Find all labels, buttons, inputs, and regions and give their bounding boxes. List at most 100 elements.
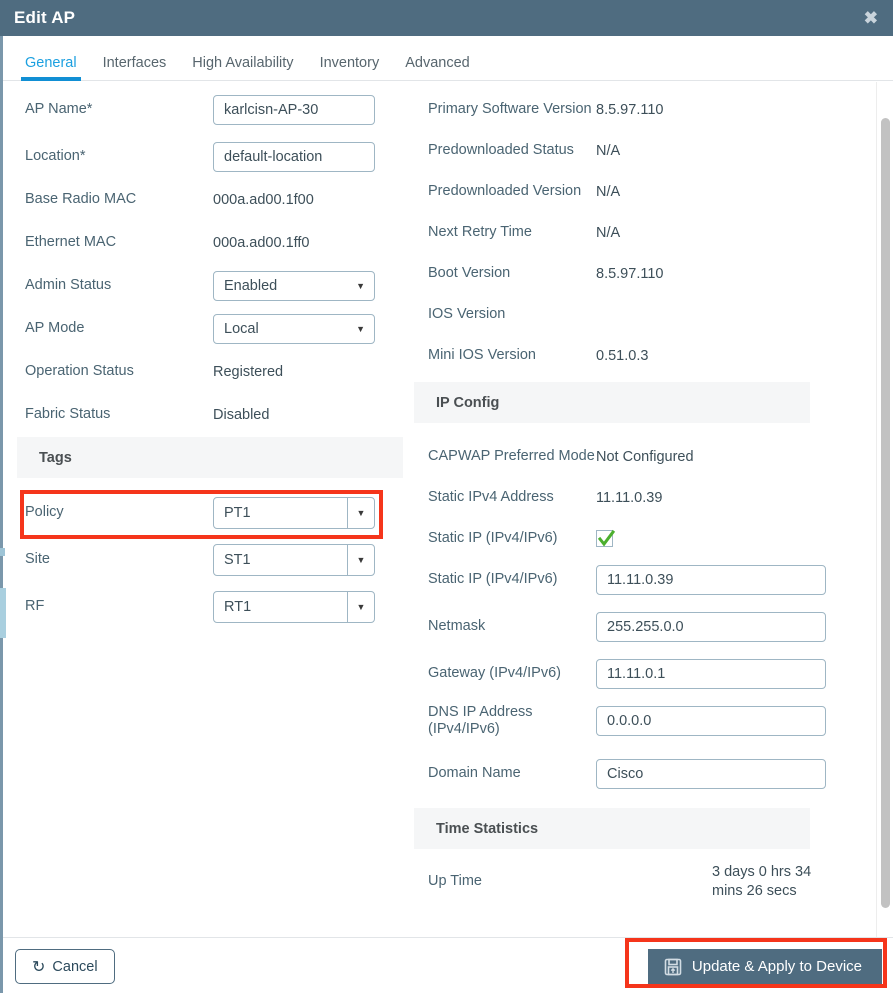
section-header-ip-config: IP Config bbox=[414, 382, 810, 423]
field-row-policy-tag: Policy PT1 ▼ bbox=[3, 491, 408, 534]
general-left-pane: AP Name* karlcisn-AP-30 Location* defaul… bbox=[3, 82, 408, 937]
base-radio-mac-value: 000a.ad00.1f00 bbox=[213, 191, 314, 208]
field-row-static-ip-field: Static IP (IPv4/IPv6) 11.11.0.39 bbox=[408, 558, 870, 601]
operation-status-label: Operation Status bbox=[25, 363, 134, 380]
chevron-down-icon[interactable]: ▼ bbox=[347, 497, 374, 528]
site-tag-label: Site bbox=[25, 551, 50, 568]
static-ip-field-label: Static IP (IPv4/IPv6) bbox=[428, 571, 558, 588]
ap-mode-dropdown[interactable]: Local ▼ bbox=[213, 313, 375, 344]
field-row-dns-ip-address: DNS IP Address (IPv4/IPv6) 0.0.0.0 bbox=[408, 699, 870, 742]
cancel-button-label: Cancel bbox=[52, 958, 98, 975]
capwap-preferred-mode-label: CAPWAP Preferred Mode bbox=[428, 448, 595, 465]
update-apply-button[interactable]: Update & Apply to Device bbox=[647, 949, 882, 984]
section-header-time-statistics: Time Statistics bbox=[414, 808, 810, 849]
location-input[interactable]: default-location bbox=[213, 141, 375, 172]
netmask-input[interactable]: 255.255.0.0 bbox=[596, 611, 826, 642]
ap-mode-label: AP Mode bbox=[25, 320, 85, 337]
field-row-up-time: Up Time 3 days 0 hrs 34 mins 26 secs bbox=[408, 860, 870, 903]
fabric-status-label: Fabric Status bbox=[25, 406, 111, 423]
predownloaded-version-value: N/A bbox=[596, 183, 621, 200]
tags-section-title: Tags bbox=[39, 449, 72, 466]
field-row-next-retry-time: Next Retry Time N/A bbox=[408, 211, 870, 254]
predownloaded-status-label: Predownloaded Status bbox=[428, 142, 574, 159]
chevron-down-icon: ▼ bbox=[356, 323, 365, 334]
ap-mode-value: Local bbox=[224, 320, 259, 337]
ip-config-section-title: IP Config bbox=[436, 394, 500, 411]
domain-name-label: Domain Name bbox=[428, 765, 521, 782]
ethernet-mac-label: Ethernet MAC bbox=[25, 234, 117, 251]
location-label: Location* bbox=[25, 148, 86, 165]
capwap-preferred-mode-value: Not Configured bbox=[596, 448, 694, 465]
field-row-operation-status: Operation Status Registered bbox=[3, 350, 408, 393]
field-row-netmask: Netmask 255.255.0.0 bbox=[408, 605, 870, 648]
policy-tag-dropdown[interactable]: PT1 ▼ bbox=[213, 496, 375, 529]
dialog-footer: ↻ Cancel Update & Apply to Device bbox=[3, 937, 893, 993]
static-ip-input[interactable]: 11.11.0.39 bbox=[596, 564, 826, 595]
rf-tag-dropdown[interactable]: RT1 ▼ bbox=[213, 590, 375, 623]
field-row-ios-version: IOS Version bbox=[408, 293, 870, 336]
admin-status-label: Admin Status bbox=[25, 277, 112, 294]
ap-name-label: AP Name* bbox=[25, 101, 93, 118]
fabric-status-value: Disabled bbox=[213, 406, 270, 423]
netmask-label: Netmask bbox=[428, 618, 486, 635]
close-icon[interactable]: ✖ bbox=[859, 7, 883, 30]
dns-ip-address-input[interactable]: 0.0.0.0 bbox=[596, 705, 826, 736]
tab-inventory[interactable]: Inventory bbox=[320, 55, 380, 80]
policy-tag-value: PT1 bbox=[224, 504, 251, 521]
predownloaded-status-value: N/A bbox=[596, 142, 621, 159]
cancel-button[interactable]: ↻ Cancel bbox=[15, 949, 115, 984]
ap-name-input[interactable]: karlcisn-AP-30 bbox=[213, 94, 375, 125]
field-row-ap-mode: AP Mode Local ▼ bbox=[3, 307, 408, 350]
field-row-domain-name: Domain Name Cisco bbox=[408, 752, 870, 795]
next-retry-time-label: Next Retry Time bbox=[428, 224, 532, 241]
tab-advanced[interactable]: Advanced bbox=[405, 55, 470, 80]
chevron-down-icon: ▼ bbox=[356, 280, 365, 291]
boot-version-value: 8.5.97.110 bbox=[596, 265, 664, 282]
boot-version-label: Boot Version bbox=[428, 265, 511, 282]
domain-name-input[interactable]: Cisco bbox=[596, 758, 826, 789]
tab-high-availability[interactable]: High Availability bbox=[192, 55, 293, 80]
dialog-titlebar: Edit AP ✖ bbox=[0, 0, 893, 36]
site-tag-dropdown[interactable]: ST1 ▼ bbox=[213, 543, 375, 576]
mini-ios-version-label: Mini IOS Version bbox=[428, 347, 536, 364]
tab-interfaces[interactable]: Interfaces bbox=[103, 55, 167, 80]
gateway-label: Gateway (IPv4/IPv6) bbox=[428, 665, 561, 682]
chevron-down-icon[interactable]: ▼ bbox=[347, 544, 374, 575]
field-row-primary-software-version: Primary Software Version 8.5.97.110 bbox=[408, 88, 870, 131]
admin-status-value: Enabled bbox=[224, 277, 278, 294]
gateway-input[interactable]: 11.11.0.1 bbox=[596, 658, 826, 689]
time-statistics-section-title: Time Statistics bbox=[436, 820, 539, 837]
site-tag-value: ST1 bbox=[224, 551, 251, 568]
field-row-fabric-status: Fabric Status Disabled bbox=[3, 393, 408, 436]
vertical-scrollbar-thumb[interactable] bbox=[881, 118, 890, 908]
tab-bar: General Interfaces High Availability Inv… bbox=[3, 36, 893, 81]
policy-tag-label: Policy bbox=[25, 504, 64, 521]
field-row-site-tag: Site ST1 ▼ bbox=[3, 538, 408, 581]
section-header-tags: Tags bbox=[17, 437, 403, 478]
rf-tag-value: RT1 bbox=[224, 598, 252, 615]
field-row-static-ipv4-address: Static IPv4 Address 11.11.0.39 bbox=[408, 476, 870, 519]
operation-status-value: Registered bbox=[213, 363, 284, 380]
mini-ios-version-value: 0.51.0.3 bbox=[596, 347, 649, 364]
general-right-pane: Primary Software Version 8.5.97.110 Pred… bbox=[408, 82, 870, 937]
chevron-down-icon[interactable]: ▼ bbox=[347, 591, 374, 622]
up-time-value: 3 days 0 hrs 34 mins 26 secs bbox=[712, 864, 812, 899]
field-row-location: Location* default-location bbox=[3, 135, 408, 178]
next-retry-time-value: N/A bbox=[596, 224, 621, 241]
static-ip-checkbox-label: Static IP (IPv4/IPv6) bbox=[428, 530, 558, 547]
field-row-predownloaded-status: Predownloaded Status N/A bbox=[408, 129, 870, 172]
field-row-gateway: Gateway (IPv4/IPv6) 11.11.0.1 bbox=[408, 652, 870, 695]
predownloaded-version-label: Predownloaded Version bbox=[428, 183, 582, 200]
edit-ap-dialog: Edit AP ✖ General Interfaces High Availa… bbox=[0, 0, 893, 993]
static-ip-checkbox[interactable] bbox=[596, 529, 616, 547]
field-row-capwap-preferred-mode: CAPWAP Preferred Mode Not Configured bbox=[408, 435, 870, 478]
tab-general[interactable]: General bbox=[21, 55, 81, 81]
ios-version-label: IOS Version bbox=[428, 306, 506, 323]
field-row-base-radio-mac: Base Radio MAC 000a.ad00.1f00 bbox=[3, 178, 408, 221]
primary-software-version-value: 8.5.97.110 bbox=[596, 101, 664, 118]
vertical-scrollbar-track[interactable] bbox=[876, 82, 893, 937]
dialog-title: Edit AP bbox=[14, 8, 76, 27]
field-row-boot-version: Boot Version 8.5.97.110 bbox=[408, 252, 870, 295]
admin-status-dropdown[interactable]: Enabled ▼ bbox=[213, 270, 375, 301]
ethernet-mac-value: 000a.ad00.1ff0 bbox=[213, 234, 310, 251]
